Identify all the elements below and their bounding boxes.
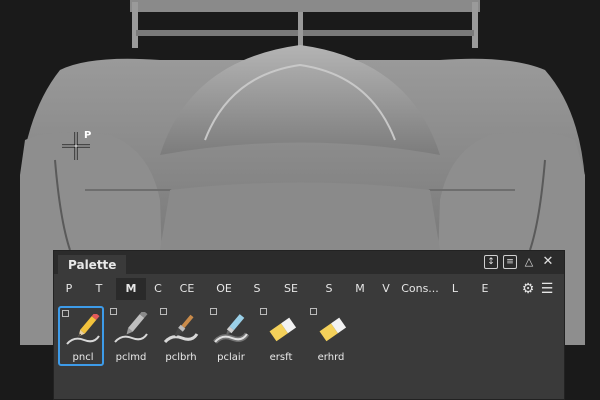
tool-pclbrh[interactable]: pclbrh [158, 306, 204, 366]
category-ce[interactable]: CE [178, 278, 196, 300]
category-bar: P T M C CE OE S SE S M V Cons... L E ⚙ ☰ [54, 278, 564, 302]
category-p[interactable]: P [62, 278, 76, 300]
category-m2[interactable]: M [353, 278, 367, 300]
category-s[interactable]: S [251, 278, 263, 300]
category-m[interactable]: M [116, 278, 146, 300]
eraser-hard-icon [319, 317, 347, 342]
palette-panel: Palette ↕ ≡ △ ✕ P T M C CE OE S SE S M V… [53, 250, 565, 400]
pencil-medium-icon [114, 312, 148, 343]
tool-erhrd[interactable]: erhrd [308, 306, 354, 366]
category-cons[interactable]: Cons... [400, 278, 440, 300]
category-e[interactable]: E [479, 278, 491, 300]
menu-box-icon[interactable]: ≡ [503, 255, 517, 269]
category-v[interactable]: V [380, 278, 392, 300]
eraser-soft-icon [269, 317, 297, 342]
tool-pncl[interactable]: pncl [58, 306, 104, 366]
tool-pclair[interactable]: pclair [208, 306, 254, 366]
brush-icon [163, 314, 199, 344]
pencil-icon [66, 314, 100, 345]
category-c[interactable]: C [151, 278, 165, 300]
close-icon[interactable]: ✕ [541, 255, 555, 269]
palette-titlebar[interactable]: Palette ↕ ≡ △ ✕ [54, 251, 564, 274]
tool-label: erhrd [317, 352, 345, 363]
category-oe[interactable]: OE [214, 278, 234, 300]
tool-pclmd[interactable]: pclmd [108, 306, 154, 366]
tool-ersft[interactable]: ersft [258, 306, 304, 366]
gear-icon[interactable]: ⚙ [520, 281, 536, 297]
hamburger-icon[interactable]: ☰ [539, 281, 555, 297]
updown-box-icon[interactable]: ↕ [484, 255, 498, 269]
category-t[interactable]: T [92, 278, 106, 300]
category-s2[interactable]: S [323, 278, 335, 300]
cursor-mode-label: P [84, 130, 92, 141]
tool-grid: pncl pclmd pclbrh pclair ersft erhrd [54, 306, 564, 376]
category-l[interactable]: L [449, 278, 461, 300]
airbrush-icon [213, 314, 250, 344]
category-se[interactable]: SE [281, 278, 301, 300]
collapse-icon[interactable]: △ [522, 255, 536, 269]
palette-tab[interactable]: Palette [58, 255, 127, 274]
